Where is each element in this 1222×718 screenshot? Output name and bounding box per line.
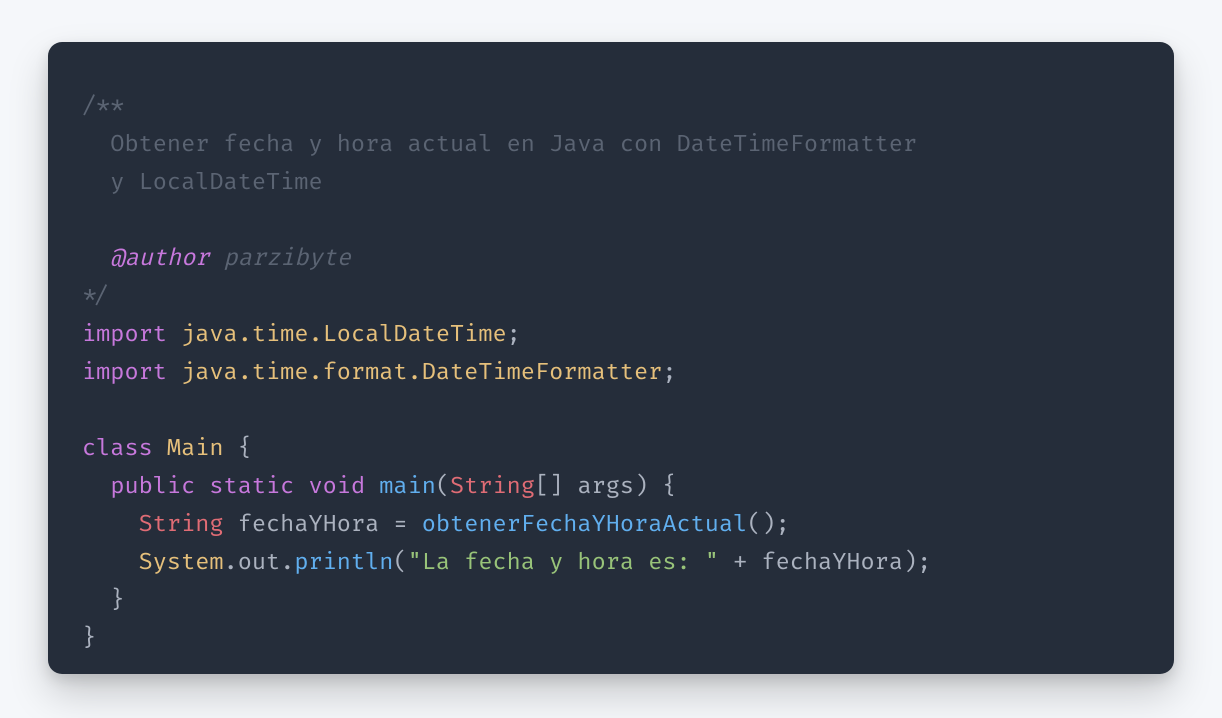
array-brackets: []: [535, 473, 577, 501]
keyword-public: public: [110, 473, 195, 501]
comment-line: /**: [82, 93, 124, 121]
indent: [82, 587, 110, 615]
class-ref: LocalDateTime: [323, 321, 507, 349]
dot: .: [224, 549, 238, 577]
variable-ref: fechaYHora: [761, 549, 903, 577]
package-path: java.time.format.: [167, 359, 422, 387]
paren: (: [393, 549, 407, 577]
keyword-import: import: [82, 359, 167, 387]
method-println: println: [294, 549, 393, 577]
semicolon: ;: [776, 511, 790, 539]
doc-author-tag: @author: [82, 245, 209, 273]
brace: }: [110, 587, 124, 615]
indent: [82, 511, 139, 539]
method-call: obtenerFechaYHoraActual: [422, 511, 748, 539]
doc-author-value: parzibyte: [209, 245, 351, 273]
comment-line: */: [82, 283, 110, 311]
dot: .: [280, 549, 294, 577]
keyword-void: void: [294, 473, 365, 501]
brace: }: [82, 625, 96, 653]
param-name: args: [577, 473, 634, 501]
comment-line: y LocalDateTime: [82, 169, 323, 197]
indent: [82, 473, 110, 501]
paren: (: [436, 473, 450, 501]
keyword-static: static: [195, 473, 294, 501]
keyword-class: class: [82, 435, 153, 463]
comment-line: Obtener fecha y hora actual en Java con …: [82, 131, 917, 159]
semicolon: ;: [507, 321, 521, 349]
type-string: String: [450, 473, 535, 501]
paren: ): [634, 473, 648, 501]
code-block: /** Obtener fecha y hora actual en Java …: [82, 88, 1140, 658]
class-name: Main: [153, 435, 238, 463]
semicolon: ;: [662, 359, 676, 387]
string-literal: "La fecha y hora es: ": [408, 549, 719, 577]
close-paren-semi: );: [903, 549, 931, 577]
class-system: System: [139, 549, 224, 577]
method-name: main: [365, 473, 436, 501]
brace: {: [238, 435, 252, 463]
variable-name: fechaYHora: [224, 511, 394, 539]
indent: [82, 549, 139, 577]
type-string: String: [139, 511, 224, 539]
package-path: java.time.: [167, 321, 323, 349]
empty-call: (): [747, 511, 775, 539]
field-out: out: [238, 549, 280, 577]
class-ref: DateTimeFormatter: [422, 359, 663, 387]
keyword-import: import: [82, 321, 167, 349]
space-brace: {: [648, 473, 676, 501]
equals: =: [393, 511, 421, 539]
plus-operator: +: [719, 549, 761, 577]
code-panel: /** Obtener fecha y hora actual en Java …: [48, 42, 1174, 674]
